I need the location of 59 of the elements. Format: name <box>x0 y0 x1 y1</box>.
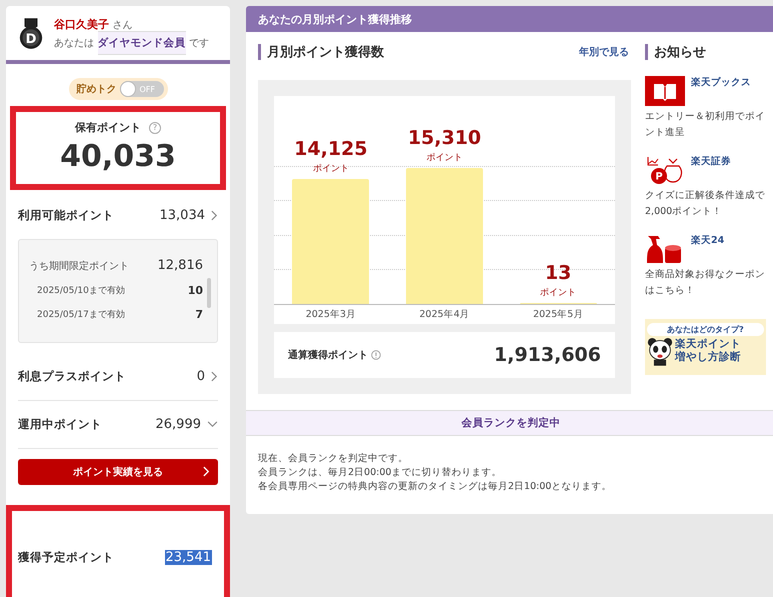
chart-title: 月別ポイント獲得数 <box>267 44 385 61</box>
news-link[interactable]: 楽天証券 <box>691 155 731 168</box>
points-value: 26,999 <box>156 417 201 432</box>
honorific: さん <box>112 20 132 31</box>
scrollbar[interactable] <box>207 278 211 308</box>
limited-points-value: 12,816 <box>158 258 203 273</box>
bar-unit: ポイント <box>540 287 576 299</box>
notice-text: 会員ランクは、毎月2日00:00までに切り替わります。 <box>258 466 502 480</box>
chevron-right-icon[interactable] <box>211 210 218 221</box>
banner-title: 楽天ポイント <box>675 338 741 350</box>
news-link[interactable]: 楽天24 <box>691 234 724 247</box>
member-name: 谷口久美子 <box>54 18 109 31</box>
points-label: 利息プラスポイント <box>18 369 127 384</box>
book-icon <box>645 76 685 106</box>
rank-suffix: です <box>189 38 209 49</box>
available-points-label: 利用可能ポイント <box>18 208 115 223</box>
bar-value: 14,125 <box>294 138 368 160</box>
month-label: 2025年3月 <box>304 308 357 322</box>
rank-label: ダイヤモンド会員 <box>98 31 186 55</box>
expiry-date: 2025/05/10まで有効 <box>37 284 125 297</box>
expected-points-value: 23,541 <box>164 550 212 564</box>
news-text: エントリー＆初利用でポイント進呈 <box>645 110 766 140</box>
expiry-date: 2025/05/17まで有効 <box>37 308 125 321</box>
notice-text: 現在、会員ランクを判定中です。 <box>258 452 409 466</box>
notice-text: 各会員専用ページの特典内容の更新のタイミングは毎月2日10:00となります。 <box>258 480 612 494</box>
chevron-down-icon[interactable] <box>207 421 218 428</box>
diagnosis-banner[interactable]: あなたはどのタイプ? 楽天ポイント 増やし方診断 <box>645 319 766 375</box>
news-title: お知らせ <box>654 44 706 61</box>
panda-drawing <box>647 336 673 366</box>
held-points-value: 40,033 <box>59 139 177 174</box>
expiry-points: 10 <box>188 284 203 297</box>
available-points-value: 13,034 <box>160 208 205 223</box>
banner-question: あなたはどのタイプ? <box>647 323 764 336</box>
banner-subtitle: 増やし方診断 <box>675 351 741 364</box>
total-points-value: 1,913,606 <box>494 344 601 366</box>
panel-title: あなたの月別ポイント獲得推移 <box>246 6 773 32</box>
chevron-right-icon[interactable] <box>211 371 218 382</box>
bar-value: 15,310 <box>408 127 482 150</box>
expected-points-label: 獲得予定ポイント <box>18 550 115 564</box>
expiry-points: 7 <box>195 308 203 321</box>
chevron-right-icon <box>203 466 210 477</box>
month-label: 2025年5月 <box>532 308 584 322</box>
yearly-link[interactable]: 年別で見る <box>579 45 629 59</box>
news-link[interactable]: 楽天ブックス <box>691 76 751 89</box>
rank-status-title: 会員ランクを判定中 <box>462 417 560 429</box>
month-label: 2025年4月 <box>418 308 471 322</box>
news-text: 全商品対象お得なクーポンはこちら！ <box>645 268 766 298</box>
bar-unit: ポイント <box>426 152 462 164</box>
history-button[interactable]: ポイント実績を見る <box>18 459 218 485</box>
rank-prefix: あなたは <box>54 38 94 49</box>
held-points-label: 保有ポイント <box>75 120 141 135</box>
total-points-label: 通算獲得ポイント <box>288 348 368 362</box>
news-text: クイズに正解後条件達成で2,000ポイント！ <box>645 189 766 219</box>
points-label: 運用中ポイント <box>18 417 103 432</box>
bar-value: 13 <box>544 262 572 284</box>
limited-points-label: うち期間限定ポイント <box>29 260 129 272</box>
info-icon[interactable] <box>371 350 381 360</box>
points-value: 0 <box>196 369 205 384</box>
bar-unit: ポイント <box>312 162 349 175</box>
